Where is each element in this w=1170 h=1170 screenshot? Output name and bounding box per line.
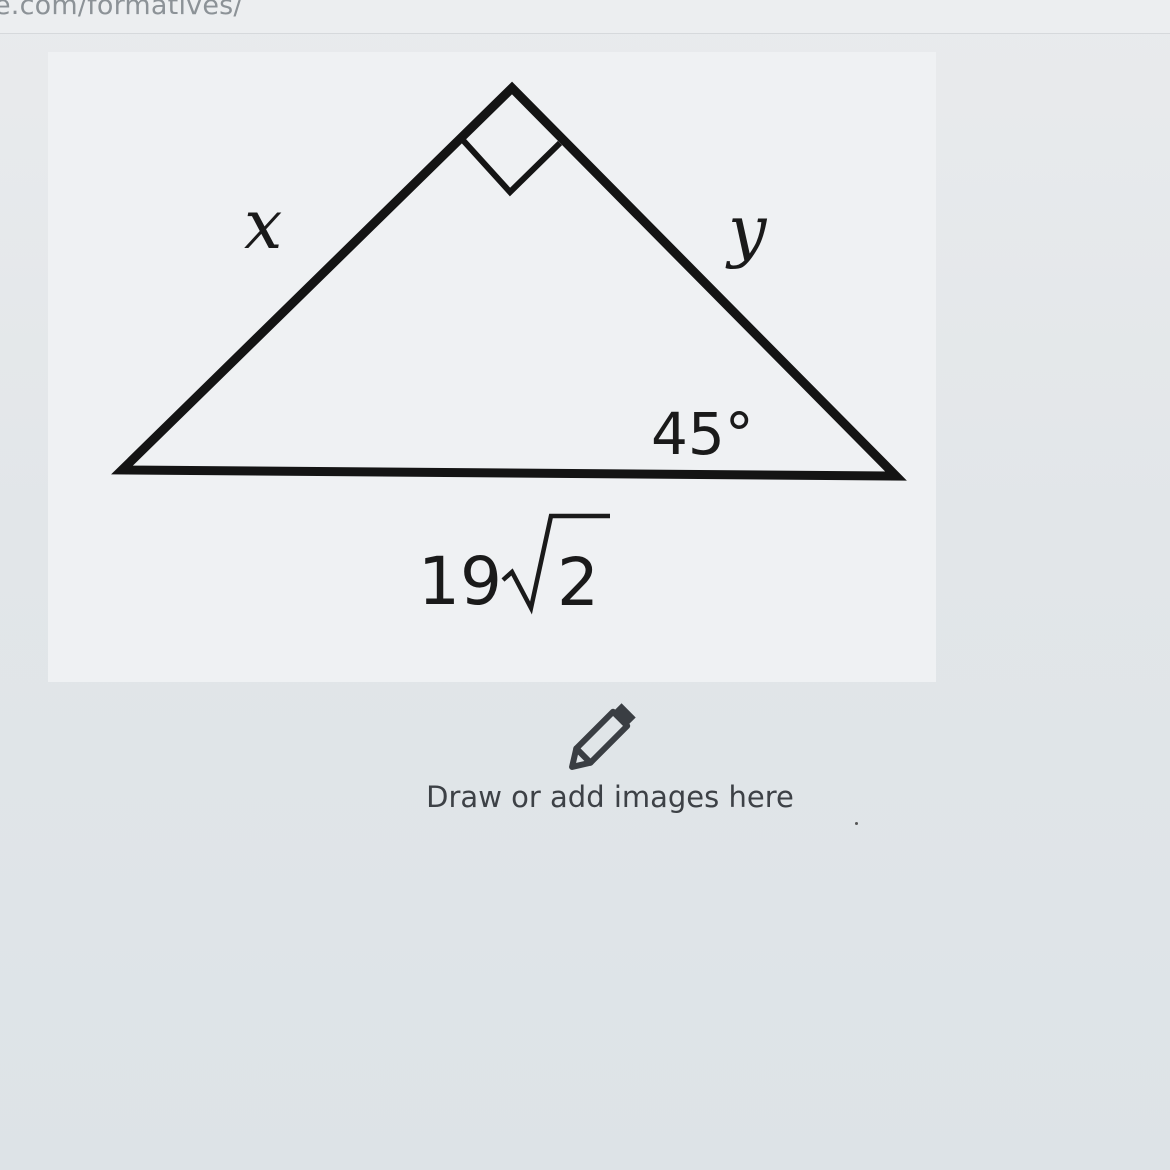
side-x-label: x [244,186,282,265]
hypotenuse-coefficient: 19 [418,543,502,620]
right-angle-marker [458,135,563,197]
triangle-diagram: x y 45° 19 2 [111,81,907,621]
browser-url-bar[interactable]: e.com/formatives/ [0,0,1170,34]
question-figure: x y 45° 19 2 [48,52,936,682]
url-text[interactable]: e.com/formatives/ [0,0,243,21]
draw-or-add-images-area[interactable]: Draw or add images here [380,692,840,832]
right-triangle [111,81,907,481]
pencil-icon [569,703,636,770]
angle-45-label: 45° [651,400,754,468]
draw-prompt-label: Draw or add images here [426,780,794,814]
side-y-label: y [725,192,768,271]
hypotenuse-radicand: 2 [557,544,599,621]
stray-mark [855,822,858,825]
